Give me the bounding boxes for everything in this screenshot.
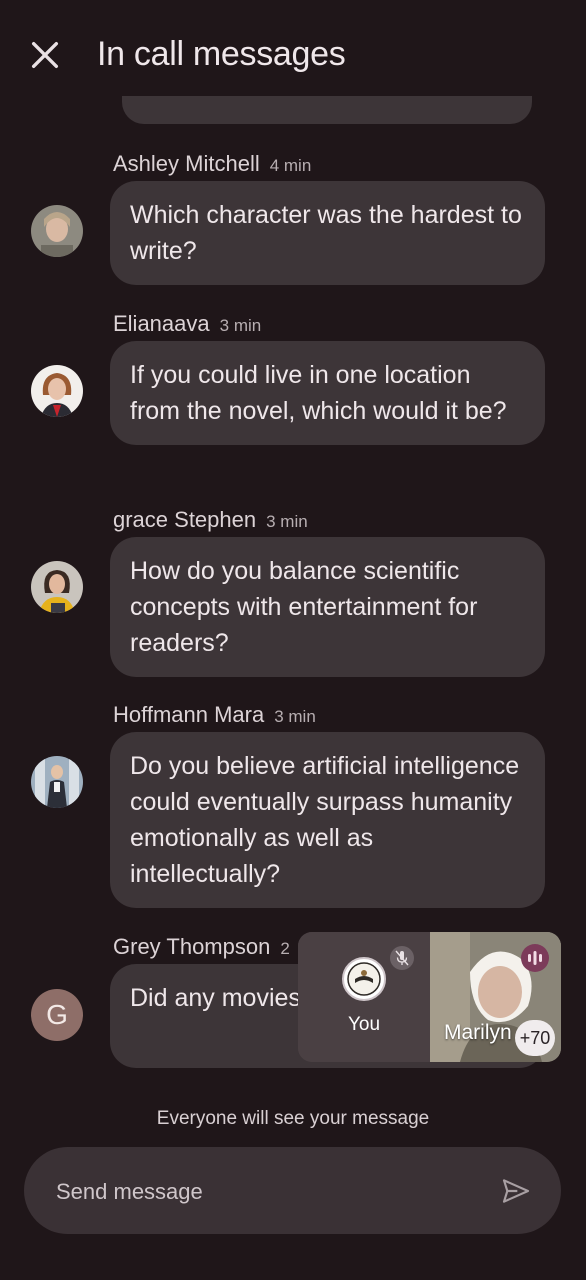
message-composer (24, 1147, 561, 1236)
message-time: 4 min (269, 156, 312, 175)
message-meta: Ashley Mitchell 4 min (113, 151, 311, 177)
avatar (31, 561, 83, 613)
call-preview[interactable]: You Marilyn +70 (298, 932, 561, 1062)
self-avatar (342, 957, 386, 1001)
message-time: 3 min (266, 512, 308, 531)
sender-name: Hoffmann Mara (113, 702, 265, 727)
avatar: G (31, 989, 83, 1041)
message-meta: Elianaava 3 min (113, 311, 261, 337)
message-time: 2 (280, 939, 290, 958)
message-meta: Grey Thompson 2 (113, 934, 290, 960)
app-header: In call messages (0, 0, 586, 124)
participant-tile[interactable]: Marilyn +70 (430, 932, 561, 1062)
message-bubble: Which character was the hardest to write… (110, 181, 545, 285)
avatar (31, 365, 83, 417)
message-bubble: Do you believe artificial intelligence c… (110, 732, 545, 908)
message-input[interactable] (54, 1147, 478, 1236)
mic-off-icon (390, 946, 414, 970)
sender-name: Elianaava (113, 311, 210, 336)
close-icon[interactable] (28, 38, 62, 72)
avatar (31, 205, 83, 257)
speaking-icon (521, 944, 549, 972)
participant-name: Marilyn (444, 1021, 512, 1044)
message-time: 3 min (219, 316, 262, 335)
page-title: In call messages (97, 35, 346, 73)
message-bubble: How do you balance scientific concepts w… (110, 537, 545, 677)
previous-message-bubble (122, 96, 532, 124)
message-meta: Hoffmann Mara 3 min (113, 702, 316, 728)
sender-name: Ashley Mitchell (113, 151, 260, 176)
self-label: You (347, 1014, 381, 1035)
sender-name: grace Stephen (113, 507, 257, 532)
message-bubble: If you could live in one location from t… (110, 341, 545, 445)
visibility-notice: Everyone will see your message (156, 1108, 430, 1129)
participant-count-badge[interactable]: +70 (515, 1020, 555, 1056)
avatar (31, 756, 83, 808)
message-meta: grace Stephen 3 min (113, 507, 308, 533)
self-tile[interactable]: You (298, 932, 430, 1062)
sender-name: Grey Thompson (113, 934, 271, 959)
send-icon[interactable] (499, 1175, 533, 1207)
message-time: 3 min (274, 707, 316, 726)
